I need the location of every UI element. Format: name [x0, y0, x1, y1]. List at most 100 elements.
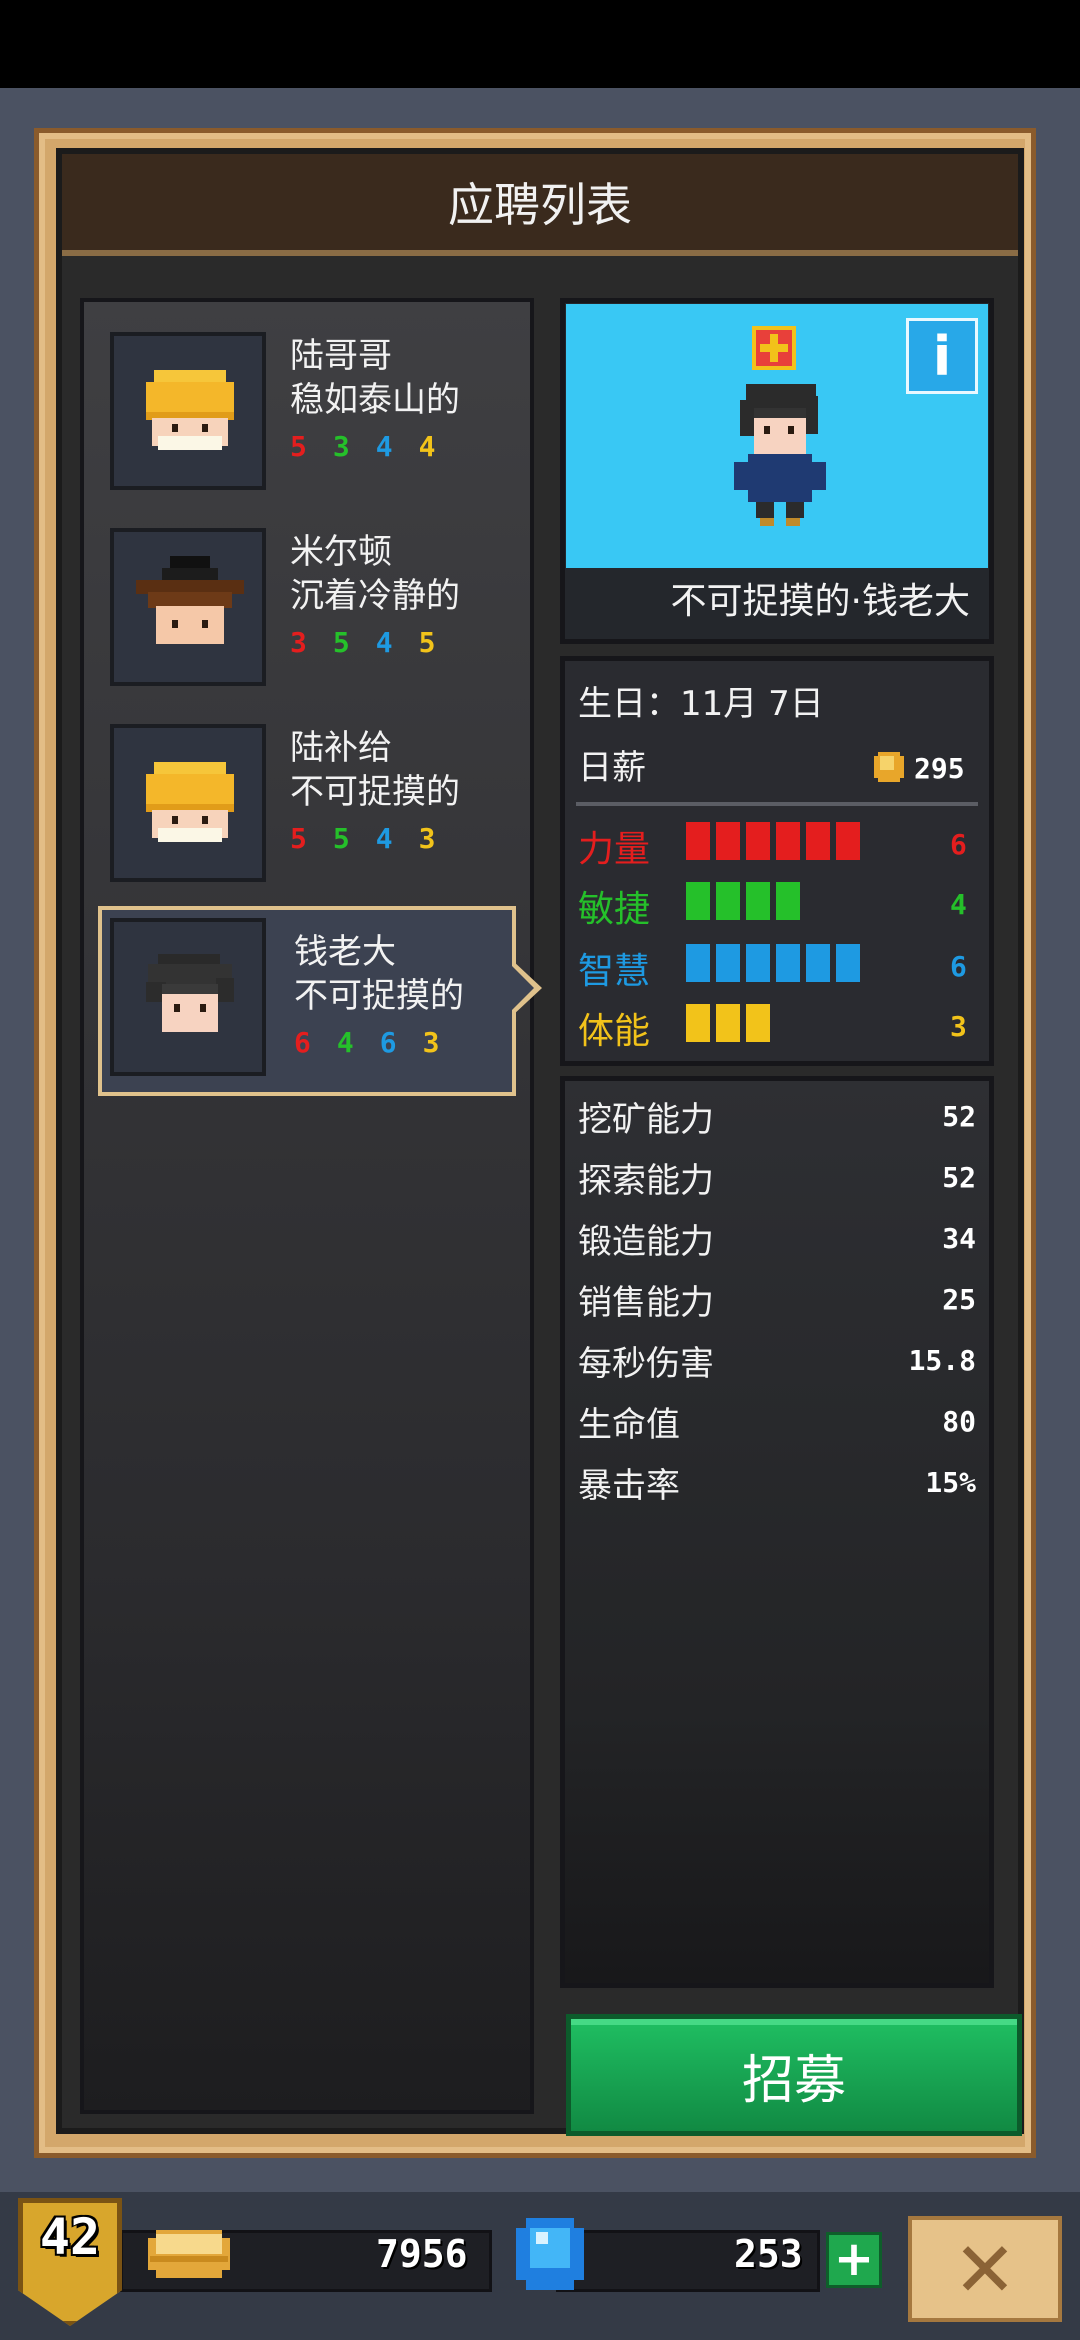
applicant-name: 陆补给 — [290, 728, 392, 768]
applicant-item[interactable]: 陆哥哥 稳如泰山的 5 3 4 4 — [104, 326, 524, 496]
attribute-value: 4 — [950, 888, 967, 921]
applicant-stats: 3 5 4 5 — [290, 626, 435, 659]
applicant-portrait — [110, 332, 266, 490]
attribute-bar-segment — [806, 944, 830, 982]
attribute-bar-segment — [806, 822, 830, 860]
birthday-text: 生日：11月 7日 — [578, 684, 824, 724]
attribute-value: 3 — [950, 1010, 967, 1043]
attribute-bar-segment — [776, 882, 800, 920]
agility-value: 4 — [336, 1026, 354, 1059]
player-level: 42 — [39, 2208, 101, 2266]
stamina-value: 3 — [418, 822, 436, 855]
black-hat-icon — [136, 556, 244, 644]
stamina-value: 3 — [422, 1026, 440, 1059]
ability-value: 80 — [942, 1405, 976, 1438]
attribute-bar-segment — [686, 944, 710, 982]
ability-value: 52 — [942, 1161, 976, 1194]
attribute-value: 6 — [950, 828, 967, 861]
applicant-stats: 5 5 4 3 — [290, 822, 435, 855]
blonde-helmet-icon — [146, 370, 234, 450]
blonde-helmet-icon — [146, 762, 234, 842]
strength-value: 5 — [290, 822, 307, 855]
applicant-stats: 6 4 6 3 — [294, 1026, 439, 1059]
attribute-bar-segment — [716, 882, 740, 920]
divider — [576, 802, 978, 806]
ability-value: 34 — [942, 1222, 976, 1255]
stamina-value: 5 — [418, 626, 436, 659]
applicant-item-selected[interactable]: 钱老大 不可捉摸的 6 4 6 3 — [98, 906, 516, 1096]
gold-pile-icon — [148, 2230, 230, 2278]
applicant-item[interactable]: 陆补给 不可捉摸的 5 5 4 3 — [104, 718, 524, 888]
ability-value: 15% — [925, 1466, 976, 1499]
info-button[interactable]: i — [906, 318, 978, 394]
attribute-bar — [686, 882, 800, 920]
ability-label: 销售能力 — [578, 1283, 714, 1323]
agility-value: 5 — [332, 822, 350, 855]
ability-label: 暴击率 — [578, 1466, 680, 1506]
applicant-portrait — [110, 528, 266, 686]
add-gems-button[interactable]: + — [826, 2232, 882, 2288]
attribute-bar-segment — [746, 882, 770, 920]
attribute-bar-segment — [776, 944, 800, 982]
attribute-label: 智慧 — [578, 951, 651, 992]
attribute-bar-segment — [716, 944, 740, 982]
applicant-trait: 稳如泰山的 — [290, 380, 460, 420]
applicant-portrait — [110, 724, 266, 882]
strength-value: 6 — [294, 1026, 311, 1059]
attribute-bar-segment — [746, 1004, 770, 1042]
character-sprite — [734, 326, 826, 526]
attribute-bar-segment — [746, 822, 770, 860]
agility-value: 5 — [332, 626, 350, 659]
attribute-bar — [686, 944, 860, 982]
selection-pointer-inner — [512, 966, 534, 1010]
attribute-bar-segment — [836, 822, 860, 860]
selected-character-name: 不可捉摸的·钱老大 — [670, 581, 970, 622]
gold-amount: 7956 — [376, 2232, 468, 2276]
ability-label: 生命值 — [578, 1405, 680, 1445]
ability-label: 挖矿能力 — [578, 1100, 714, 1140]
attribute-value: 6 — [950, 950, 967, 983]
abilities-panel — [560, 1076, 994, 1988]
attribute-label: 体能 — [578, 1011, 651, 1052]
attribute-bar-segment — [686, 1004, 710, 1042]
attribute-bar — [686, 1004, 770, 1042]
dialog-title: 应聘列表 — [448, 178, 632, 232]
close-button[interactable]: ✕ — [908, 2216, 1062, 2322]
agility-value: 3 — [332, 430, 350, 463]
status-bar — [0, 0, 1080, 88]
gem-amount: 253 — [734, 2232, 803, 2276]
recruit-button[interactable]: 招募 — [566, 2014, 1022, 2136]
gem-icon — [516, 2218, 584, 2290]
intellect-value: 4 — [375, 430, 393, 463]
applicant-name: 陆哥哥 — [290, 336, 392, 376]
strength-value: 3 — [290, 626, 307, 659]
black-hair-icon — [146, 954, 234, 1032]
applicant-portrait — [110, 918, 266, 1076]
attribute-label: 敏捷 — [578, 889, 651, 930]
attribute-bar — [686, 822, 860, 860]
intellect-value: 4 — [375, 822, 393, 855]
applicant-name: 钱老大 — [294, 932, 396, 972]
applicant-item[interactable]: 米尔顿 沉着冷静的 3 5 4 5 — [104, 522, 524, 692]
applicant-stats: 5 3 4 4 — [290, 430, 435, 463]
stamina-value: 4 — [418, 430, 436, 463]
attribute-bar-segment — [746, 944, 770, 982]
attribute-bar-segment — [776, 822, 800, 860]
intellect-value: 4 — [375, 626, 393, 659]
attribute-label: 力量 — [578, 829, 651, 870]
attribute-bar-segment — [686, 882, 710, 920]
salary-value: 295 — [914, 752, 965, 785]
attribute-bar-segment — [716, 822, 740, 860]
ability-value: 25 — [942, 1283, 976, 1316]
salary-label: 日薪 — [578, 748, 646, 788]
applicant-trait: 不可捉摸的 — [294, 976, 464, 1016]
intellect-value: 6 — [379, 1026, 397, 1059]
attribute-bar-segment — [836, 944, 860, 982]
ability-label: 锻造能力 — [578, 1222, 714, 1262]
gold-coin-icon — [874, 752, 904, 782]
applicant-name: 米尔顿 — [290, 532, 392, 572]
attribute-bar-segment — [686, 822, 710, 860]
applicant-trait: 沉着冷静的 — [290, 576, 460, 616]
attribute-bar-segment — [716, 1004, 740, 1042]
strength-value: 5 — [290, 430, 307, 463]
